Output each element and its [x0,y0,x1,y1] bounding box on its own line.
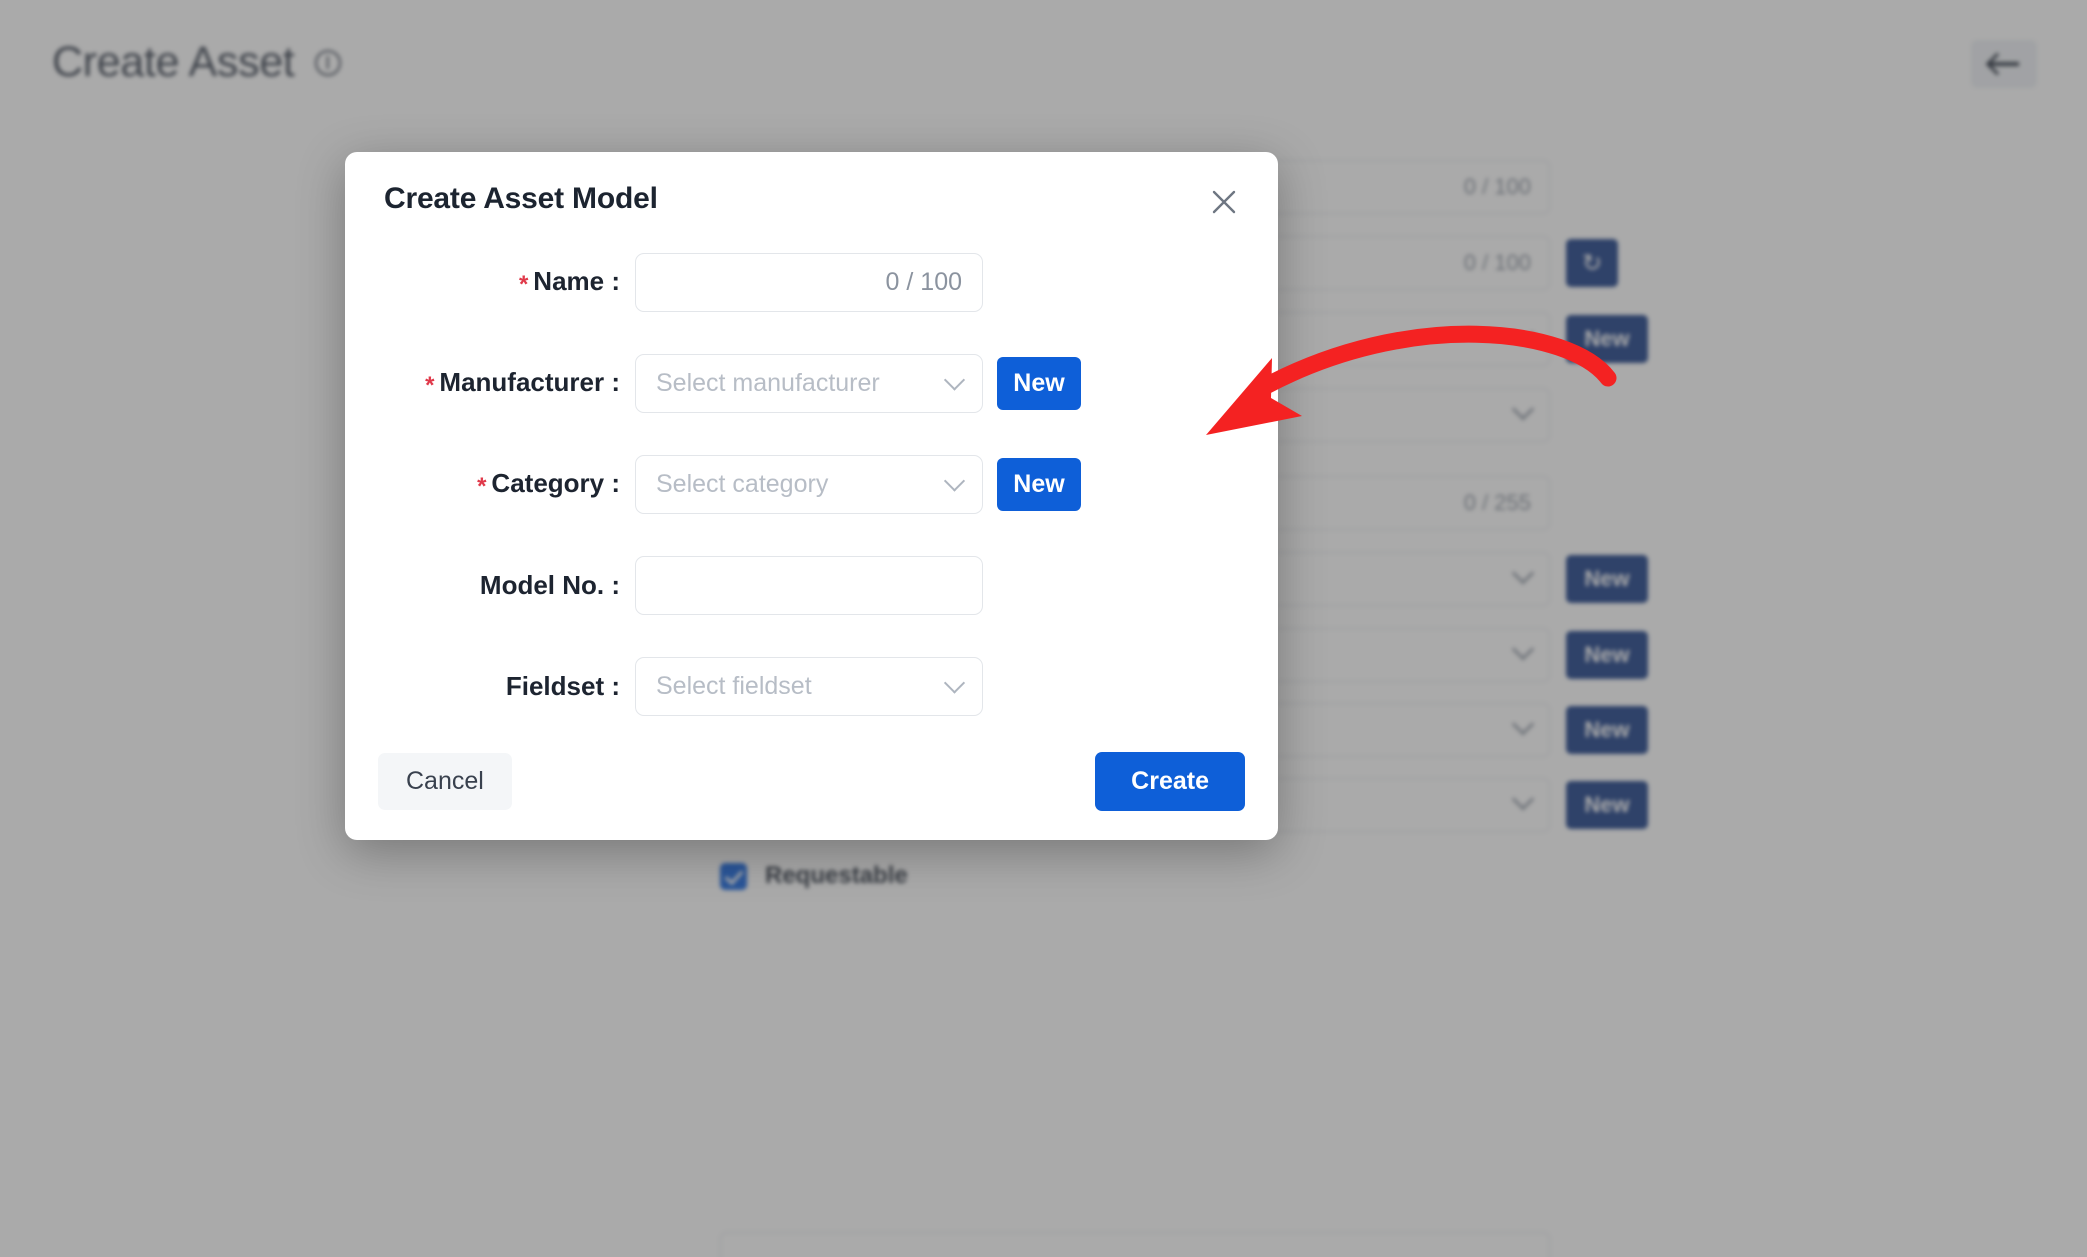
label-name: * Name : [345,266,635,299]
field-row-category: * Category : Select category New [345,454,1278,514]
new-manufacturer-button[interactable]: New [997,356,1081,410]
field-row-manufacturer: * Manufacturer : Select manufacturer New [345,353,1278,413]
label-fieldset: Fieldset : [345,671,635,702]
label-manufacturer-text: Manufacturer : [439,366,620,397]
chevron-down-icon [943,672,966,694]
manufacturer-placeholder: Select manufacturer [656,368,880,397]
fieldset-placeholder: Select fieldset [656,671,812,700]
category-select[interactable]: Select category [635,454,983,514]
fieldset-select[interactable]: Select fieldset [635,656,983,716]
required-marker: * [425,371,435,399]
field-row-fieldset: Fieldset : Select fieldset [345,656,1278,716]
label-name-text: Name : [533,265,620,296]
manufacturer-select[interactable]: Select manufacturer [635,353,983,413]
modal-form: * Name : 0 / 100 * Manufacturer : Select m… [345,252,1278,757]
new-category-button[interactable]: New [997,457,1081,511]
label-category: * Category : [345,468,635,501]
category-placeholder: Select category [656,469,829,498]
field-row-name: * Name : 0 / 100 [345,252,1278,312]
chevron-down-icon [943,369,966,391]
cancel-button[interactable]: Cancel [378,752,512,810]
required-marker: * [477,472,487,500]
label-model-no: Model No. : [345,570,635,601]
field-row-model-no: Model No. : [345,555,1278,615]
required-marker: * [518,270,529,298]
label-category-text: Category : [491,467,620,498]
close-icon[interactable] [1202,180,1246,224]
modal-footer: Cancel Create [345,751,1278,811]
modal-title: Create Asset Model [384,182,658,215]
chevron-down-icon [943,470,966,492]
name-input[interactable]: 0 / 100 [635,252,983,312]
label-model-no-text: Model No. : [479,569,620,600]
name-char-counter: 0 / 100 [885,267,962,296]
model-no-input[interactable] [635,555,983,615]
label-manufacturer: * Manufacturer : [345,367,635,400]
create-button[interactable]: Create [1095,751,1245,811]
label-fieldset-text: Fieldset : [505,670,620,701]
create-asset-model-dialog: Create Asset Model * Name : 0 / 100 * Manu… [345,152,1278,840]
